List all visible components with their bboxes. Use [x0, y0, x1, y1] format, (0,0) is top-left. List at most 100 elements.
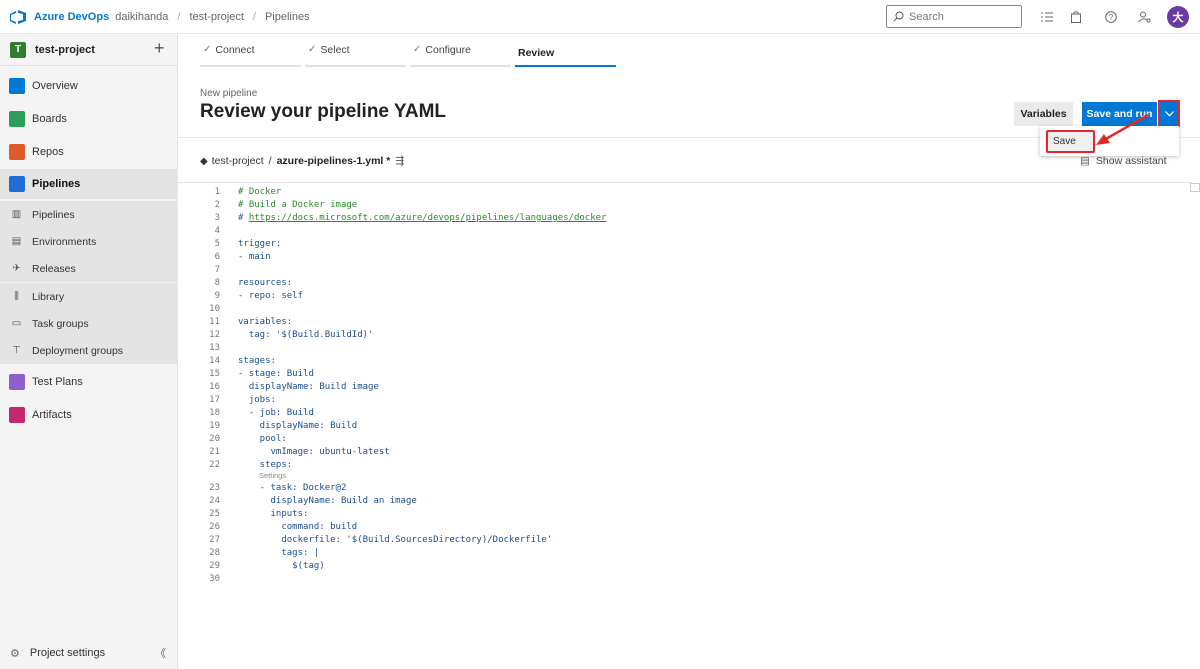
- pipelines-icon: ▥: [11, 209, 22, 220]
- line-number: 15: [209, 369, 220, 379]
- settings-code-lens[interactable]: Settings: [259, 471, 286, 480]
- code-text: inputs:: [238, 509, 309, 519]
- code-text: vmImage: ubuntu-latest: [238, 447, 390, 457]
- search-icon: [893, 11, 904, 22]
- tab-review[interactable]: Review: [515, 34, 616, 67]
- sidebar-item-pipelines[interactable]: Pipelines: [0, 169, 178, 199]
- project-settings[interactable]: ⚙ Project settings 《: [0, 640, 178, 666]
- variables-button[interactable]: Variables: [1014, 102, 1073, 126]
- sidebar-subitem-deployment-groups[interactable]: ⊤ Deployment groups: [0, 337, 178, 364]
- code-text: $(tag): [238, 561, 325, 571]
- sidebar-item-label: Task groups: [32, 317, 89, 330]
- save-menu-item[interactable]: Save: [1046, 130, 1095, 153]
- code-text: - stage: Build: [238, 369, 314, 379]
- azure-devops-logo[interactable]: Azure DevOps: [10, 9, 109, 24]
- code-text: jobs:: [238, 395, 276, 405]
- tab-connect[interactable]: ✓ Connect: [200, 34, 301, 67]
- sidebar-item-artifacts[interactable]: Artifacts: [0, 400, 178, 430]
- search-input[interactable]: Search: [886, 5, 1022, 28]
- overview-icon: [9, 78, 25, 94]
- breadcrumb-org[interactable]: daikihanda: [115, 11, 168, 23]
- breadcrumb-separator: /: [252, 10, 256, 23]
- sidebar-subitem-pipelines[interactable]: ▥ Pipelines: [0, 201, 178, 228]
- yaml-editor[interactable]: 1 # Docker 2 # Build a Docker image 3 # https…: [178, 182, 1192, 669]
- sidebar-item-label: Pipelines: [32, 208, 75, 221]
- editor-scrollbar[interactable]: [1190, 183, 1200, 192]
- user-settings-icon[interactable]: [1136, 9, 1152, 25]
- line-number: 9: [214, 291, 220, 301]
- releases-icon: ✈: [12, 263, 21, 274]
- sidebar-item-boards[interactable]: Boards: [0, 104, 178, 134]
- check-icon: ✓: [203, 44, 212, 55]
- code-text: tag: '$(Build.BuildId)': [238, 330, 374, 340]
- sidebar-subitem-task-groups[interactable]: ▭ Task groups: [0, 310, 178, 337]
- top-bar: Azure DevOps daikihanda / test-project /…: [0, 0, 1200, 34]
- collapse-sidebar-icon[interactable]: 《: [155, 645, 166, 661]
- line-number: 24: [209, 496, 220, 506]
- line-number: 7: [214, 265, 220, 275]
- line-number: 8: [214, 278, 220, 288]
- page-subtitle: New pipeline: [200, 88, 258, 99]
- code-text: tags: |: [238, 548, 320, 558]
- path-separator: /: [268, 155, 272, 167]
- breadcrumb-project[interactable]: test-project: [189, 11, 243, 23]
- azure-devops-icon: [10, 9, 26, 24]
- code-text: displayName: Build: [238, 421, 358, 431]
- tab-configure[interactable]: ✓ Configure: [410, 34, 511, 67]
- breadcrumb-section[interactable]: Pipelines: [265, 11, 310, 23]
- boards-icon: [9, 111, 25, 127]
- project-badge: T: [10, 41, 26, 58]
- test-plans-icon: [9, 374, 25, 390]
- sidebar-item-overview[interactable]: Overview: [0, 71, 178, 101]
- brand-name[interactable]: Azure DevOps: [34, 11, 109, 23]
- avatar[interactable]: 大: [1167, 6, 1189, 28]
- step-label: Review: [518, 47, 555, 59]
- line-number: 14: [209, 356, 220, 366]
- check-icon: ✓: [308, 44, 317, 55]
- help-icon[interactable]: ?: [1103, 9, 1119, 25]
- sidebar-item-label: Pipelines: [32, 178, 81, 190]
- code-text: - job: Build: [238, 408, 314, 418]
- add-icon[interactable]: +: [154, 38, 165, 59]
- search-placeholder: Search: [909, 10, 944, 23]
- sidebar-item-label: Repos: [32, 146, 64, 158]
- annotation-arrow: [1096, 113, 1149, 145]
- line-number: 21: [209, 447, 220, 457]
- sidebar-item-label: Test Plans: [32, 376, 83, 388]
- tab-select[interactable]: ✓ Select: [305, 34, 406, 67]
- line-number: 17: [209, 395, 220, 405]
- line-number: 30: [209, 574, 220, 584]
- sidebar-item-test-plans[interactable]: Test Plans: [0, 367, 178, 397]
- line-number: 5: [214, 239, 220, 249]
- code-text: - task: Docker@2: [238, 483, 347, 493]
- show-assistant-button[interactable]: ▤ Show assistant: [1080, 155, 1167, 167]
- line-number: 6: [214, 252, 220, 262]
- sidebar-subitem-releases[interactable]: ✈ Releases: [0, 255, 178, 282]
- code-text: variables:: [238, 317, 293, 327]
- page-title: Review your pipeline YAML: [200, 101, 447, 122]
- project-name[interactable]: test-project: [35, 44, 95, 56]
- rename-icon[interactable]: ⇶: [395, 155, 404, 167]
- list-settings-icon[interactable]: [1039, 9, 1055, 25]
- file-name[interactable]: azure-pipelines-1.yml *: [277, 155, 391, 167]
- repo-icon: ◆: [200, 155, 208, 167]
- show-assistant-label: Show assistant: [1095, 155, 1167, 167]
- repo-name[interactable]: test-project: [212, 155, 264, 167]
- code-text: - repo: self: [238, 291, 304, 301]
- line-number: 18: [209, 408, 220, 418]
- line-number: 23: [209, 483, 220, 493]
- line-number: 3: [214, 213, 220, 223]
- step-label: Configure: [425, 43, 471, 56]
- code-text: pool:: [238, 434, 287, 444]
- project-header[interactable]: T test-project +: [0, 34, 178, 66]
- line-number: 27: [209, 535, 220, 545]
- code-text: command: build: [238, 522, 358, 532]
- sidebar-subitem-library[interactable]: ⫼ Library: [0, 283, 178, 310]
- save-options-dropdown-button[interactable]: [1158, 100, 1180, 127]
- line-number: 4: [214, 226, 220, 236]
- line-number: 26: [209, 522, 220, 532]
- sidebar-subitem-environments[interactable]: ▤ Environments: [0, 228, 178, 255]
- line-number: 11: [209, 317, 220, 327]
- marketplace-icon[interactable]: [1068, 9, 1084, 25]
- sidebar-item-repos[interactable]: Repos: [0, 137, 178, 167]
